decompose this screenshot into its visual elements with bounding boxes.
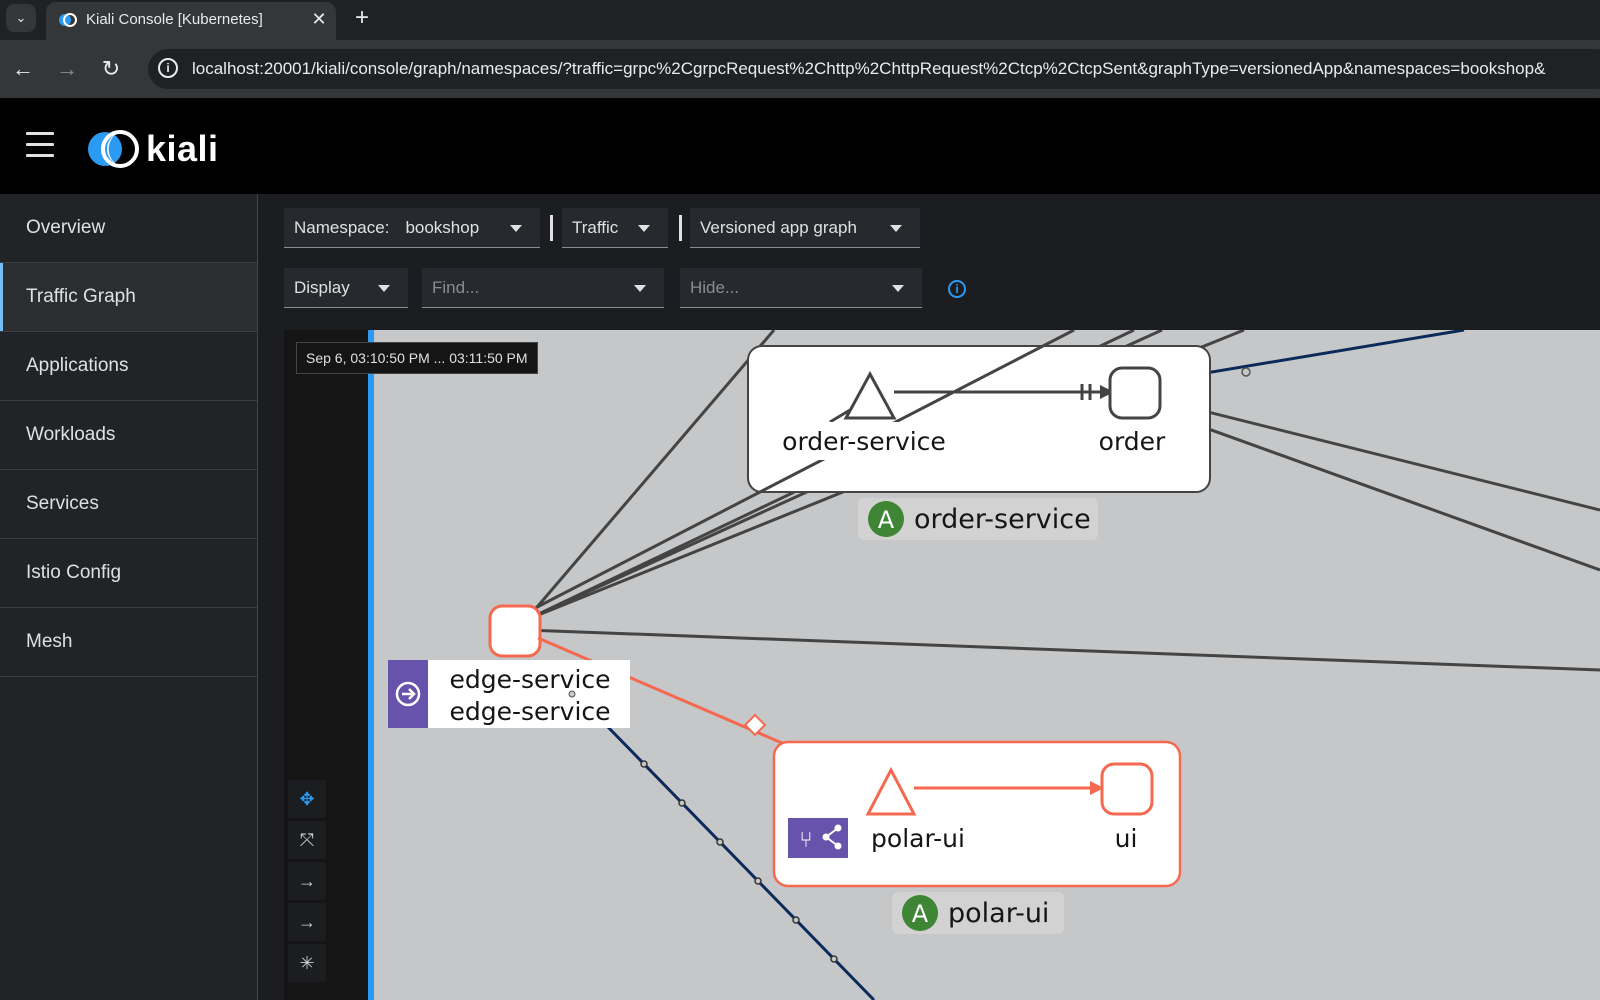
edge-dot: [1241, 367, 1251, 377]
layout-alt-icon[interactable]: →: [288, 903, 326, 941]
browser-tab[interactable]: Kiali Console [Kubernetes] ✕: [46, 2, 336, 40]
layout-default-icon[interactable]: →: [288, 862, 326, 900]
sidebar-item-overview[interactable]: Overview: [0, 194, 257, 263]
graph-edge[interactable]: [525, 628, 1600, 672]
display-label: Display: [294, 277, 350, 297]
sidebar-item-applications[interactable]: Applications: [0, 332, 257, 401]
svg-text:order: order: [1099, 427, 1166, 456]
chevron-down-icon: [510, 225, 522, 232]
reload-icon[interactable]: ↻: [96, 54, 126, 84]
kiali-logo[interactable]: kiali: [86, 128, 219, 170]
toolbar-separator: [550, 215, 553, 241]
tab-close-icon[interactable]: ✕: [308, 8, 330, 30]
svg-text:polar-ui: polar-ui: [871, 824, 965, 853]
workload-node-order[interactable]: [1108, 366, 1162, 420]
svg-text:order-service: order-service: [914, 504, 1091, 535]
svg-text:edge-service: edge-service: [449, 665, 610, 694]
sidebar-nav: Overview Traffic Graph Applications Work…: [0, 194, 258, 1000]
graph-area: order-service order A order-service edge…: [284, 330, 1600, 1000]
namespace-label: Namespace:: [294, 217, 390, 237]
svg-text:A: A: [878, 506, 895, 534]
virtual-service-badge: [788, 818, 848, 858]
svg-text:ui: ui: [1115, 824, 1138, 853]
kiali-masthead: kiali: [0, 98, 1600, 194]
graph-edge[interactable]: [524, 330, 776, 621]
sidebar-item-mesh[interactable]: Mesh: [0, 608, 257, 677]
browser-tabstrip: ⌄ Kiali Console [Kubernetes] ✕ +: [0, 0, 1600, 40]
traffic-label: Traffic: [572, 217, 619, 237]
tab-title: Kiali Console [Kubernetes]: [86, 11, 263, 28]
display-dropdown[interactable]: Display: [284, 268, 408, 308]
svg-text:edge-service: edge-service: [449, 697, 610, 726]
find-input[interactable]: Find...: [422, 268, 664, 308]
graph-canvas[interactable]: order-service order A order-service edge…: [368, 330, 1600, 1000]
branch-icon: ⑂: [799, 828, 812, 853]
back-arrow-icon[interactable]: ←: [8, 54, 38, 84]
graph-toolbar: ✥ ⤧ → → ✳: [288, 780, 326, 985]
hide-placeholder: Hide...: [690, 277, 740, 297]
hamburger-menu-icon[interactable]: [26, 132, 54, 158]
browser-toolbar: ← → ↻ i localhost:20001/kiali/console/gr…: [0, 40, 1600, 98]
address-bar[interactable]: i localhost:20001/kiali/console/graph/na…: [148, 49, 1600, 89]
url-text: localhost:20001/kiali/console/graph/name…: [192, 59, 1546, 78]
toolbar-separator: [679, 215, 682, 241]
graph-time-range: Sep 6, 03:10:50 PM ... 03:11:50 PM: [296, 342, 538, 374]
main-content: Namespace: bookshop Traffic Versioned ap…: [258, 194, 1600, 1000]
traffic-graph-svg: order-service order A order-service edge…: [388, 330, 1600, 1000]
graph-type-dropdown[interactable]: Versioned app graph: [690, 208, 920, 248]
find-placeholder: Find...: [432, 277, 480, 297]
chevron-down-icon: [892, 285, 904, 292]
workload-node-ui[interactable]: [1100, 762, 1154, 816]
sidebar-item-services[interactable]: Services: [0, 470, 257, 539]
graph-type-label: Versioned app graph: [700, 217, 857, 237]
site-info-icon[interactable]: i: [158, 58, 178, 78]
kiali-logo-icon: [88, 130, 139, 168]
edge-diamond: [743, 713, 767, 737]
chevron-down-icon: [890, 225, 902, 232]
chevron-down-icon: [638, 225, 650, 232]
sidebar-item-workloads[interactable]: Workloads: [0, 401, 257, 470]
find-hide-info-icon[interactable]: i: [948, 280, 966, 298]
svg-text:polar-ui: polar-ui: [948, 898, 1049, 929]
tab-list-chevron-icon[interactable]: ⌄: [6, 4, 36, 32]
svg-text:A: A: [912, 900, 929, 928]
namespace-dropdown[interactable]: Namespace: bookshop: [284, 208, 540, 248]
namespace-value: bookshop: [405, 217, 480, 237]
new-tab-button[interactable]: +: [348, 4, 376, 32]
traffic-dropdown[interactable]: Traffic: [562, 208, 668, 248]
kiali-logo-text: kiali: [146, 128, 219, 169]
sidebar-item-istio-config[interactable]: Istio Config: [0, 539, 257, 608]
svg-text:order-service: order-service: [782, 427, 946, 456]
kiali-favicon-icon: [59, 13, 77, 27]
sidebar-item-traffic-graph[interactable]: Traffic Graph: [0, 263, 257, 332]
service-node-edge-service[interactable]: [488, 604, 542, 658]
chevron-down-icon: [378, 285, 390, 292]
chevron-down-icon: [634, 285, 646, 292]
hide-input[interactable]: Hide...: [680, 268, 922, 308]
forward-arrow-icon[interactable]: →: [52, 54, 82, 84]
fit-zoom-icon[interactable]: ⤧: [288, 821, 326, 859]
layout-cose-icon[interactable]: ✳: [288, 944, 326, 982]
pan-move-icon[interactable]: ✥: [288, 780, 326, 818]
